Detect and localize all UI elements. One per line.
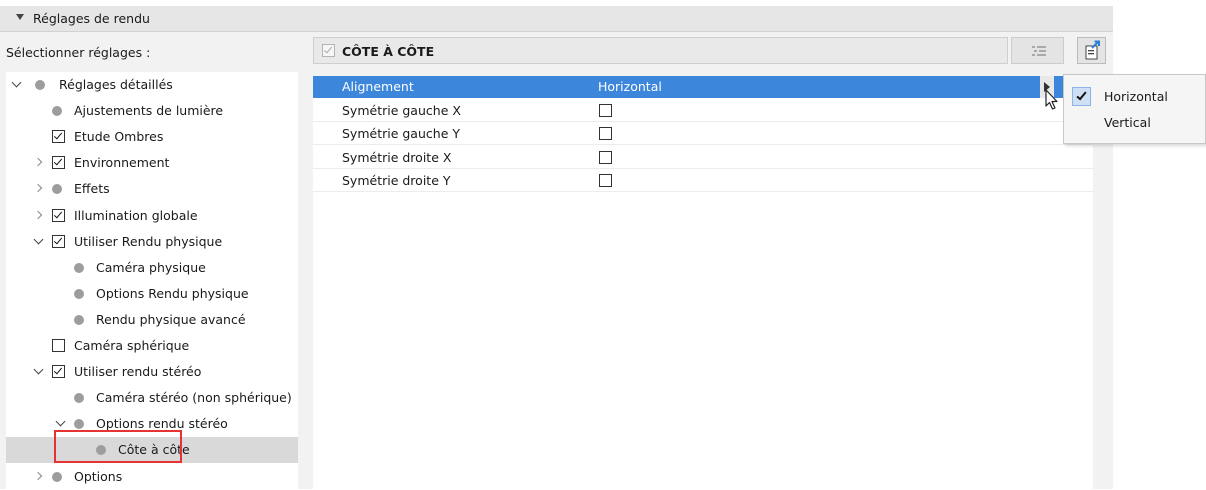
chevron-down-icon[interactable] <box>35 366 45 376</box>
collapse-triangle-icon[interactable] <box>16 14 24 20</box>
list-view-button[interactable] <box>1011 37 1064 64</box>
tree-item[interactable]: Utiliser rendu stéréo <box>6 359 298 385</box>
dropdown-option-label: Vertical <box>1104 115 1151 130</box>
property-name: Alignement <box>342 79 414 94</box>
bullet-icon <box>35 80 45 90</box>
bullet-icon <box>52 184 62 195</box>
tree-item-label: Réglages détaillés <box>59 77 173 92</box>
mouse-cursor-icon <box>1045 89 1058 110</box>
property-name: Symétrie gauche X <box>342 102 461 118</box>
bullet-icon <box>52 471 62 482</box>
tree-item-label: Options <box>74 468 123 484</box>
tree-checkbox[interactable] <box>52 339 65 352</box>
properties-list: Alignement Horizontal Symétrie gauche X Sym… <box>313 76 1093 489</box>
tree-item-label: Illumination globale <box>74 207 198 223</box>
chevron-down-icon[interactable] <box>13 79 23 89</box>
tree-item[interactable]: Ajustements de lumière <box>6 98 298 124</box>
tree-checkbox[interactable] <box>52 156 65 170</box>
panel-title: CÔTE À CÔTE <box>342 44 435 59</box>
property-checkbox[interactable] <box>599 174 612 187</box>
dropdown-option[interactable]: Vertical <box>1064 109 1205 136</box>
tree-item[interactable]: Rendu physique avancé <box>6 307 298 333</box>
property-name: Symétrie gauche Y <box>342 126 460 141</box>
tree-item-label: Caméra physique <box>96 259 206 275</box>
tree-item[interactable]: Effets <box>6 176 298 202</box>
panel-enable-checkbox[interactable] <box>322 44 335 57</box>
header-title: Réglages de rendu <box>33 11 150 26</box>
property-row[interactable]: Symétrie droite X <box>313 147 1093 169</box>
tree-item-label: Effets <box>74 181 110 197</box>
tree-item[interactable]: Utiliser Rendu physique <box>6 229 298 255</box>
property-value: Horizontal <box>598 79 662 94</box>
render-settings-header[interactable]: Réglages de rendu <box>0 6 1113 32</box>
chevron-down-icon[interactable] <box>57 418 67 428</box>
list-icon <box>1032 46 1046 56</box>
tree-item[interactable]: Caméra stéréo (non sphérique) <box>6 385 298 411</box>
alignment-dropdown-menu: Horizontal Vertical <box>1063 74 1206 144</box>
tree-checkbox[interactable] <box>52 208 65 222</box>
bullet-icon <box>52 106 62 117</box>
tree-item[interactable]: Options Rendu physique <box>6 281 298 307</box>
bullet-icon <box>74 314 84 325</box>
tree-item-label: Caméra sphérique <box>74 338 190 353</box>
tree-item-label: Options Rendu physique <box>96 285 249 301</box>
tree-checkbox[interactable] <box>52 365 65 379</box>
tree-item-label: Utiliser rendu stéréo <box>74 364 202 380</box>
property-name: Symétrie droite Y <box>342 173 451 188</box>
tree-item-label: Caméra stéréo (non sphérique) <box>96 390 292 406</box>
dropdown-option[interactable]: Horizontal <box>1064 83 1205 110</box>
dropdown-option-label: Horizontal <box>1104 89 1168 104</box>
bullet-icon <box>74 288 84 299</box>
bullet-icon <box>74 419 84 430</box>
checkmark-icon <box>1072 87 1091 106</box>
tree-item[interactable]: Illumination globale <box>6 203 298 229</box>
bullet-icon <box>74 262 84 273</box>
panel-title-bar: CÔTE À CÔTE <box>313 37 1008 64</box>
property-checkbox[interactable] <box>599 103 612 117</box>
tree-item-label: Etude Ombres <box>74 129 164 145</box>
property-row[interactable]: Alignement Horizontal <box>313 76 1093 98</box>
export-button[interactable] <box>1077 37 1106 64</box>
tree-item-label: Utiliser Rendu physique <box>74 233 223 249</box>
tree-item-label: Rendu physique avancé <box>96 311 246 327</box>
property-checkbox[interactable] <box>599 127 612 140</box>
tree-checkbox[interactable] <box>52 130 65 144</box>
tree-item-label: Environnement <box>74 155 170 171</box>
highlight-box <box>54 430 182 463</box>
tree-item[interactable]: Options <box>6 464 298 490</box>
property-row[interactable]: Symétrie droite Y <box>313 170 1093 192</box>
chevron-right-icon[interactable] <box>35 210 45 220</box>
property-row[interactable]: Symétrie gauche X <box>313 100 1093 122</box>
tree-item[interactable]: Etude Ombres <box>6 124 298 150</box>
property-name: Symétrie droite X <box>342 149 452 165</box>
tree-checkbox[interactable] <box>52 234 65 248</box>
chevron-right-icon[interactable] <box>35 157 45 167</box>
property-checkbox[interactable] <box>599 150 612 164</box>
tree-item[interactable]: Environnement <box>6 150 298 176</box>
tree-item[interactable]: Caméra physique <box>6 255 298 281</box>
tree-item-label: Ajustements de lumière <box>74 103 224 119</box>
panel-header: CÔTE À CÔTE <box>313 37 1106 64</box>
export-icon <box>1085 40 1100 60</box>
bullet-icon <box>74 393 84 404</box>
tree-item[interactable]: Réglages détaillés <box>6 72 298 98</box>
chevron-right-icon[interactable] <box>35 183 45 193</box>
settings-tree: Réglages détaillés Ajustements de lumière… <box>6 72 298 489</box>
select-settings-label: Sélectionner réglages : <box>6 45 151 60</box>
chevron-right-icon[interactable] <box>35 471 45 481</box>
property-row[interactable]: Symétrie gauche Y <box>313 123 1093 145</box>
chevron-down-icon[interactable] <box>35 236 45 246</box>
tree-item[interactable]: Caméra sphérique <box>6 333 298 359</box>
